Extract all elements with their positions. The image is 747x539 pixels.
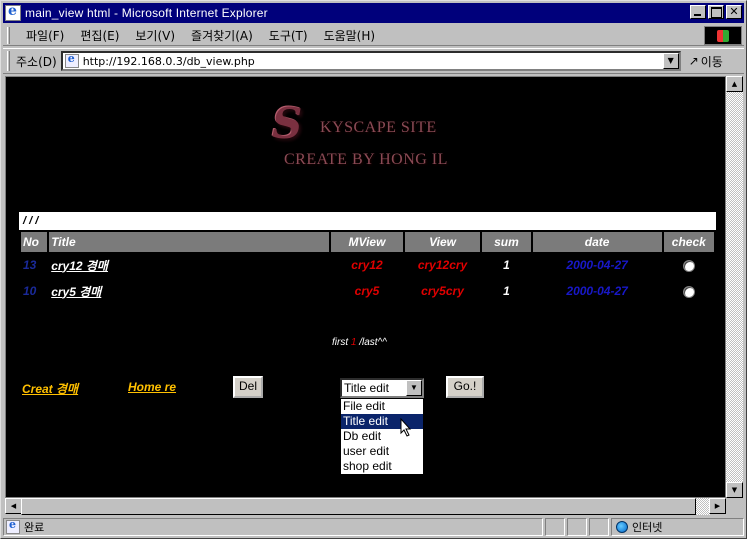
page-done-icon xyxy=(6,518,20,534)
row-check xyxy=(664,278,714,304)
address-label: 주소(D) xyxy=(16,54,57,69)
pager: first 1 /last^^ xyxy=(332,337,387,348)
col-no: No xyxy=(21,232,48,252)
del-button[interactable]: Del xyxy=(233,376,263,398)
scroll-corner xyxy=(726,498,743,515)
scroll-down-button[interactable]: ▼ xyxy=(726,482,743,498)
status-bar: 완료 인터넷 xyxy=(3,517,744,537)
menu-edit[interactable]: 편집(E) xyxy=(72,27,127,44)
create-auction-link[interactable]: Creat 경매 xyxy=(22,380,78,397)
status-text: 완료 xyxy=(24,521,45,534)
menu-file[interactable]: 파일(F) xyxy=(18,27,72,44)
menu-tools[interactable]: 도구(T) xyxy=(261,27,316,44)
row-title-link[interactable]: cry5 경매 xyxy=(49,278,329,304)
browser-window: main_view html - Microsoft Internet Expl… xyxy=(0,0,747,539)
horizontal-scrollbar[interactable]: ◀ ▶ xyxy=(5,498,726,515)
address-field[interactable]: ▼ xyxy=(60,51,681,71)
row-sum: 1 xyxy=(503,284,510,298)
status-cell xyxy=(589,518,609,536)
col-mview: MView xyxy=(331,232,403,252)
address-bar: 주소(D) ▼ ↗ 이동 xyxy=(3,48,744,74)
menu-help[interactable]: 도움말(H) xyxy=(316,27,384,44)
row-title-link[interactable]: cry12 경매 xyxy=(49,252,329,278)
pager-first[interactable]: first xyxy=(332,337,348,348)
address-dropdown-button[interactable]: ▼ xyxy=(662,53,679,69)
col-title: Title xyxy=(49,232,330,252)
col-date: date xyxy=(532,232,662,252)
option-file-edit[interactable]: File edit xyxy=(341,399,423,414)
row-check xyxy=(664,252,714,278)
toolbar-grip[interactable] xyxy=(7,51,10,71)
scroll-up-button[interactable]: ▲ xyxy=(726,76,743,92)
pager-current[interactable]: 1 xyxy=(351,337,357,348)
go-arrow-icon: ↗ xyxy=(688,54,699,68)
maximize-button[interactable] xyxy=(708,5,724,19)
site-logo: S KYSCAPE SITE CREATE BY HONG IL xyxy=(270,99,450,179)
ie-icon xyxy=(5,3,21,21)
row-no: 13 xyxy=(23,258,37,272)
title-bar: main_view html - Microsoft Internet Expl… xyxy=(3,3,744,23)
path-bar: / / / xyxy=(19,212,716,230)
row-mview: cry12 xyxy=(351,258,383,272)
window-controls: ✕ xyxy=(688,5,742,19)
minimize-button[interactable] xyxy=(690,5,706,19)
row-sum: 1 xyxy=(503,258,510,272)
logo-text-line2: CREATE BY HONG IL xyxy=(284,151,448,168)
go-button[interactable]: ↗ 이동 xyxy=(689,53,723,70)
scroll-track[interactable] xyxy=(726,92,743,482)
logo-text-line1: KYSCAPE SITE xyxy=(320,119,437,136)
windows-logo-icon xyxy=(704,26,742,45)
edit-select[interactable]: Title edit ▼ xyxy=(340,378,424,398)
menu-view[interactable]: 보기(V) xyxy=(127,27,183,44)
security-zone: 인터넷 xyxy=(611,518,744,536)
row-mview: cry5 xyxy=(354,284,380,298)
status-cell xyxy=(567,518,587,536)
table-row: 13 cry12 경매 cry12 cry12cry 1 2000-04-27 xyxy=(21,252,714,278)
scroll-left-button[interactable]: ◀ xyxy=(5,498,22,514)
chevron-down-icon[interactable]: ▼ xyxy=(406,380,422,396)
option-shop-edit[interactable]: shop edit xyxy=(341,459,423,474)
status-cell xyxy=(545,518,565,536)
home-link[interactable]: Home re xyxy=(128,380,176,394)
status-main: 완료 xyxy=(3,518,543,536)
table-row: 10 cry5 경매 cry5 cry5cry 1 2000-04-27 xyxy=(21,278,714,304)
col-check: check xyxy=(663,232,714,252)
row-view: cry5cry xyxy=(421,284,464,298)
vertical-scrollbar[interactable]: ▲ ▼ xyxy=(726,76,743,498)
close-button[interactable]: ✕ xyxy=(726,5,742,19)
toolbar-grip[interactable] xyxy=(7,26,10,44)
row-radio[interactable] xyxy=(682,259,695,272)
menu-bar: 파일(F) 편집(E) 보기(V) 즐겨찾기(A) 도구(T) 도움말(H) xyxy=(3,25,744,46)
globe-icon xyxy=(616,521,628,533)
col-sum: sum xyxy=(482,232,531,252)
logo-letter-s: S xyxy=(272,99,303,148)
page-content: S KYSCAPE SITE CREATE BY HONG IL / / / N… xyxy=(5,76,726,498)
row-date: 2000-04-27 xyxy=(566,284,628,298)
row-date: 2000-04-27 xyxy=(566,258,628,272)
col-view: View xyxy=(404,232,481,252)
zone-label: 인터넷 xyxy=(632,521,663,534)
menu-favorites[interactable]: 즐겨찾기(A) xyxy=(183,27,261,44)
scroll-thumb[interactable] xyxy=(21,498,696,515)
option-user-edit[interactable]: user edit xyxy=(341,444,423,459)
page-icon xyxy=(64,52,79,68)
go-label: 이동 xyxy=(700,54,723,69)
table-header-row: No Title MView View sum date check xyxy=(21,232,714,252)
row-no: 10 xyxy=(23,284,37,298)
window-title: main_view html - Microsoft Internet Expl… xyxy=(25,6,268,20)
scroll-right-button[interactable]: ▶ xyxy=(709,498,726,514)
go-submit-button[interactable]: Go.! xyxy=(446,376,484,398)
pager-last[interactable]: /last^^ xyxy=(359,337,387,348)
row-view: cry12cry xyxy=(417,258,468,272)
address-input[interactable] xyxy=(82,54,653,68)
data-table: No Title MView View sum date check 13 cr… xyxy=(19,232,716,304)
edit-select-value: Title edit xyxy=(344,381,389,395)
mouse-cursor-icon xyxy=(400,418,412,437)
row-radio[interactable] xyxy=(682,285,695,298)
